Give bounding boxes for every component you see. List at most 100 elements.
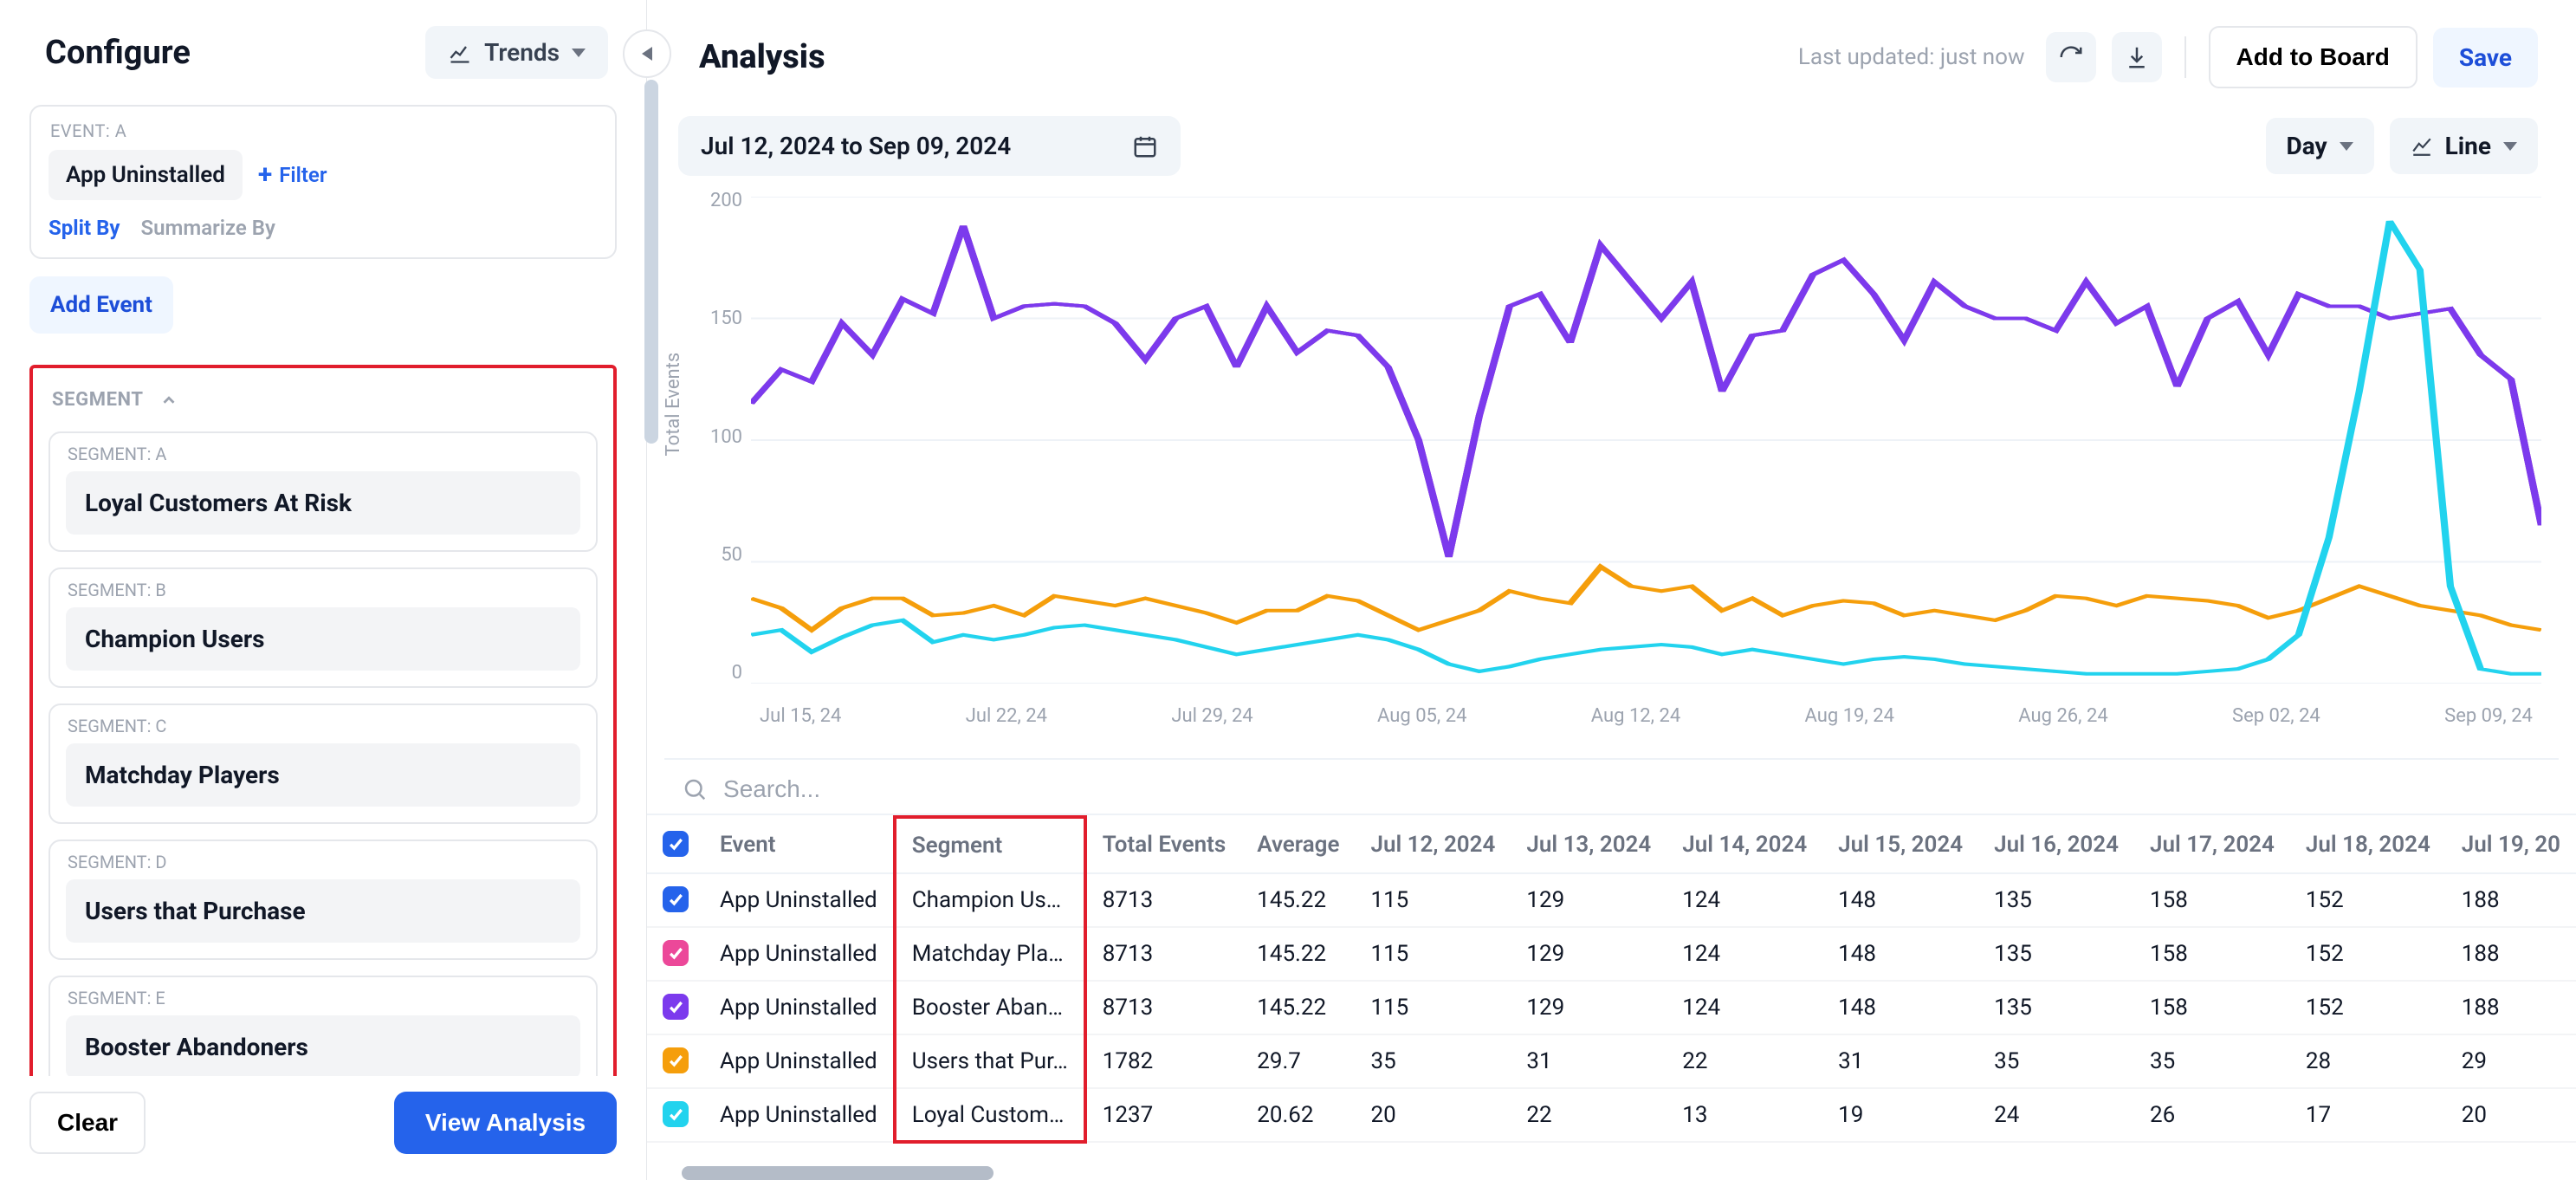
trends-icon [448,41,472,65]
table-header-cell[interactable]: Jul 12, 2024 [1355,817,1511,873]
analysis-title: Analysis [699,38,825,76]
x-tick-label: Aug 19, 24 [1805,705,1894,727]
filter-label: Filter [279,163,327,187]
horizontal-scrollbar[interactable] [664,1166,1060,1180]
data-table-scroll[interactable]: EventSegmentTotal EventsAverageJul 12, 2… [647,815,2576,1166]
segment-card-label: SEGMENT: B [66,576,580,607]
select-all-checkbox[interactable] [663,831,689,857]
segment-pill[interactable]: Loyal Customers At Risk [66,471,580,535]
segment-panel: SEGMENT SEGMENT: A Loyal Customers At Ri… [29,365,617,1076]
chart: Total Events 200150100500 Jul 15, 24Jul … [673,190,2541,744]
split-by-button[interactable]: Split By [49,216,120,240]
event-card-header: EVENT: A [49,115,598,150]
table-cell: 148 [1822,873,1978,927]
collapse-left-panel-button[interactable] [623,29,671,78]
y-tick-label: 100 [710,426,742,448]
table-header-cell[interactable]: Average [1241,817,1355,873]
y-tick-label: 0 [732,662,742,684]
divider [2184,36,2186,78]
table-cell: App Uninstalled [704,981,895,1034]
event-name-pill[interactable]: App Uninstalled [49,150,243,200]
table-cell: 135 [1978,927,2134,981]
granularity-dropdown[interactable]: Day [2266,118,2374,174]
table-cell: 22 [1511,1088,1667,1142]
table-header-cell[interactable]: Jul 18, 2024 [2290,817,2446,873]
segment-card: SEGMENT: D Users that Purchase [49,840,598,960]
date-range-picker[interactable]: Jul 12, 2024 to Sep 09, 2024 [678,116,1181,176]
segment-pill[interactable]: Booster Abandoners [66,1015,580,1076]
row-checkbox[interactable] [663,886,689,912]
y-tick-label: 150 [710,308,742,329]
segment-section-header[interactable]: SEGMENT [43,384,603,425]
table-header-cell[interactable]: Total Events [1085,817,1241,873]
search-icon [682,776,708,802]
segment-card: SEGMENT: A Loyal Customers At Risk [49,431,598,552]
view-analysis-button[interactable]: View Analysis [394,1092,617,1154]
table-cell: 35 [1978,1034,2134,1088]
chevron-down-icon [2503,142,2517,151]
table-cell: 152 [2290,873,2446,927]
table-header-cell[interactable]: Jul 19, 20 [2446,817,2576,873]
y-axis-label: Total Events [663,353,684,457]
save-button[interactable]: Save [2433,28,2538,88]
table-cell: 158 [2134,873,2290,927]
table-cell: 31 [1822,1034,1978,1088]
row-checkbox[interactable] [663,1047,689,1073]
refresh-button[interactable] [2046,32,2096,82]
table-cell: App Uninstalled [704,1088,895,1142]
refresh-icon [2058,44,2084,70]
table-header-cell[interactable]: Jul 15, 2024 [1822,817,1978,873]
plus-icon: + [258,162,272,188]
table-header-cell[interactable]: Jul 16, 2024 [1978,817,2134,873]
search-input[interactable] [723,775,2541,803]
row-checkbox[interactable] [663,1101,689,1127]
add-filter-button[interactable]: + Filter [258,162,327,188]
trends-label: Trends [484,38,560,67]
chart-series-line [751,567,2541,630]
x-tick-label: Jul 15, 24 [760,705,841,727]
table-cell: 158 [2134,981,2290,1034]
table-cell: 8713 [1085,873,1241,927]
segment-pill[interactable]: Champion Users [66,607,580,671]
add-to-board-button[interactable]: Add to Board [2209,26,2417,88]
chevron-down-icon [572,49,586,57]
download-button[interactable] [2112,32,2162,82]
chart-series-line [751,226,2541,557]
trends-dropdown[interactable]: Trends [425,26,608,79]
chevron-left-icon [642,47,652,61]
table-row: App UninstalledLoyal Custom…123720.62202… [647,1088,2576,1142]
table-cell: 145.22 [1241,981,1355,1034]
data-table: EventSegmentTotal EventsAverageJul 12, 2… [647,815,2576,1144]
table-header-cell[interactable]: Jul 13, 2024 [1511,817,1667,873]
segment-header-label: SEGMENT [52,389,144,411]
table-cell: 152 [2290,981,2446,1034]
row-checkbox[interactable] [663,994,689,1020]
x-tick-label: Jul 29, 24 [1171,705,1252,727]
add-event-button[interactable]: Add Event [29,276,173,334]
table-cell: 26 [2134,1088,2290,1142]
table-cell: 22 [1667,1034,1822,1088]
table-cell: 124 [1667,927,1822,981]
clear-button[interactable]: Clear [29,1092,146,1154]
table-header-cell[interactable]: Segment [895,817,1085,873]
table-cell: 8713 [1085,927,1241,981]
summarize-by-button[interactable]: Summarize By [140,216,275,240]
table-header-cell[interactable]: Event [704,817,895,873]
segment-card-label: SEGMENT: D [66,848,580,879]
segment-card: SEGMENT: B Champion Users [49,567,598,688]
x-tick-label: Sep 02, 24 [2232,705,2320,727]
table-cell: 19 [1822,1088,1978,1142]
table-cell: App Uninstalled [704,927,895,981]
table-cell: 24 [1978,1088,2134,1142]
x-tick-label: Sep 09, 24 [2444,705,2533,727]
table-cell: 20 [2446,1088,2576,1142]
table-cell: 31 [1511,1034,1667,1088]
chart-type-dropdown[interactable]: Line [2390,118,2538,174]
segment-pill[interactable]: Matchday Players [66,743,580,807]
segment-pill[interactable]: Users that Purchase [66,879,580,943]
table-cell: 124 [1667,981,1822,1034]
row-checkbox[interactable] [663,940,689,966]
granularity-label: Day [2287,132,2327,160]
table-header-cell[interactable]: Jul 17, 2024 [2134,817,2290,873]
table-header-cell[interactable]: Jul 14, 2024 [1667,817,1822,873]
